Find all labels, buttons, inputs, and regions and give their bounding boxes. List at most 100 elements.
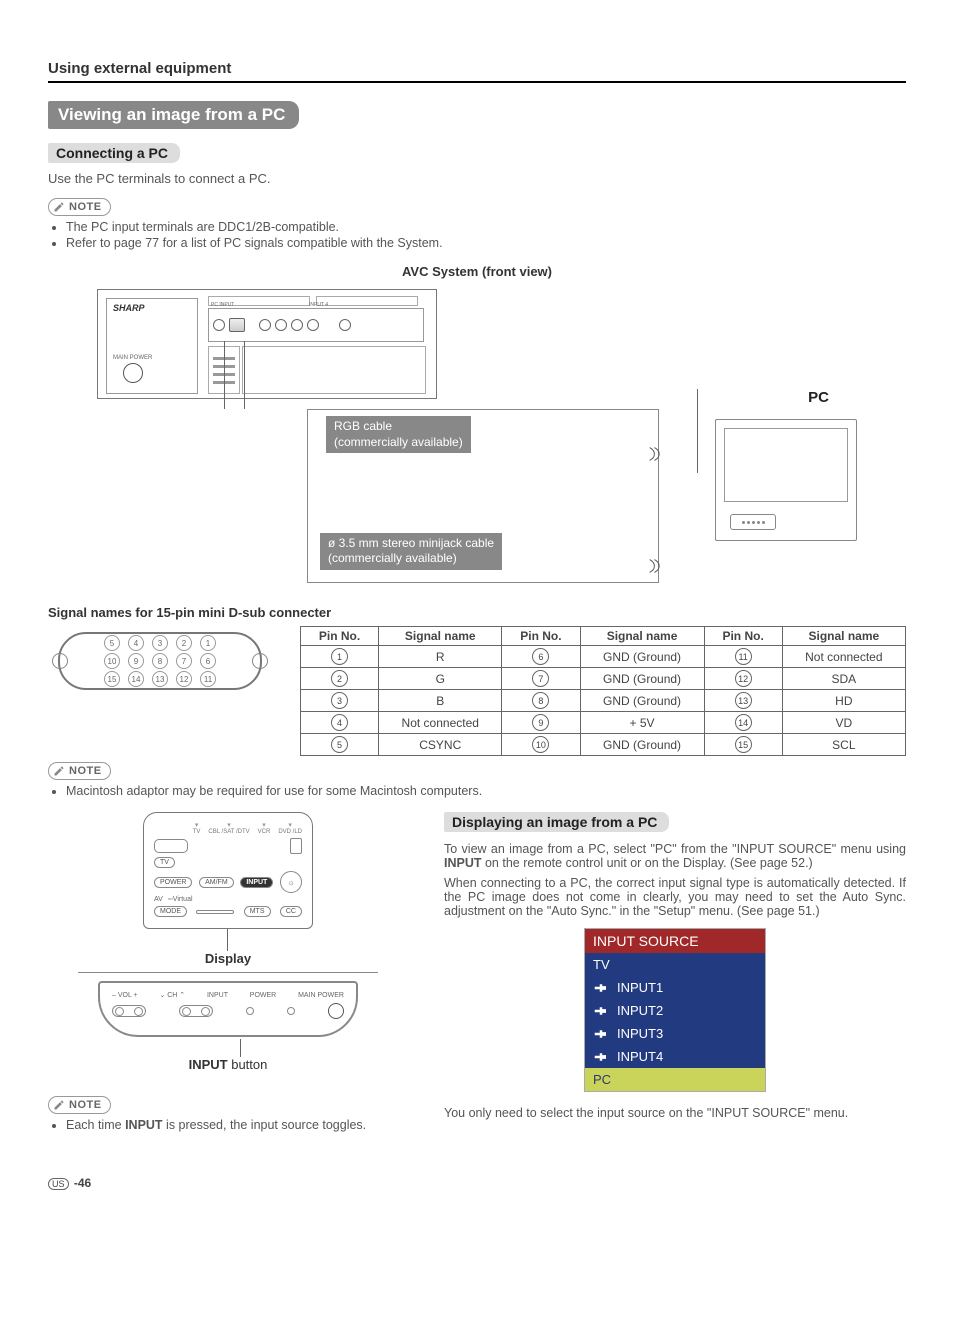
video-jack-icon: [275, 319, 287, 331]
dsub-connector-diagram: 5 4 3 2 1 10 9 8 7 6 15 14 13 12 11: [58, 632, 262, 690]
audio-jack-icon: [213, 319, 225, 331]
th-signal: Signal name: [379, 627, 502, 646]
signal-name-cell: CSYNC: [379, 734, 502, 756]
dsub-pin-row: 5 4 3 2 1: [104, 635, 216, 651]
rgb-cable-line2: (commercially available): [334, 435, 463, 449]
pin-number: 6: [532, 648, 549, 665]
minijack-label: ø 3.5 mm stereo minijack cable (commerci…: [320, 533, 502, 570]
plug-icon: [593, 1052, 609, 1062]
pin-number: 13: [735, 692, 752, 709]
input-label: INPUT: [207, 992, 228, 999]
pin-number: 15: [735, 736, 752, 753]
input-led-icon: [246, 1007, 254, 1015]
display-label: Display: [48, 951, 408, 966]
pin-number: 2: [331, 670, 348, 687]
diagram-title: AVC System (front view): [48, 264, 906, 279]
connecting-heading: Connecting a PC: [48, 143, 180, 163]
rgb-cable-line1: RGB cable: [334, 419, 392, 433]
signal-name-cell: + 5V: [580, 712, 704, 734]
pin-number: 10: [532, 736, 549, 753]
avc-slot: [316, 296, 418, 306]
audio-r-jack-icon: [307, 319, 319, 331]
pin-number: 4: [331, 714, 348, 731]
pin-number: 14: [735, 714, 752, 731]
pin-number: 11: [735, 648, 752, 665]
minijack-line2: (commercially available): [328, 551, 457, 565]
cable-wave-icon: [648, 446, 664, 462]
table-row: 5CSYNC10GND (Ground)15SCL: [301, 734, 906, 756]
osd-item-input1: INPUT1: [585, 976, 765, 999]
display-panel-illustration: – VOL + ⌄ CH ⌃ INPUT POWER MAIN POWER: [98, 981, 358, 1037]
connecting-notes: The PC input terminals are DDC1/2B-compa…: [48, 220, 906, 250]
main-power-label: MAIN POWER: [113, 355, 152, 361]
th-pin: Pin No.: [502, 627, 580, 646]
th-pin: Pin No.: [704, 627, 782, 646]
connecting-intro: Use the PC terminals to connect a PC.: [48, 171, 906, 186]
osd-item-input3: INPUT3: [585, 1022, 765, 1045]
mode-button: MODE: [154, 906, 187, 917]
blank-button: [196, 910, 234, 914]
vol-rocker-icon: [112, 1005, 146, 1017]
note-item: Refer to page 77 for a list of PC signal…: [66, 236, 906, 250]
cable-line: [224, 341, 225, 409]
port-group-label: INPUT 4: [309, 302, 328, 308]
connection-diagram: SHARP MAIN POWER PC INPUT INPUT 4: [97, 289, 857, 589]
cable-line: [697, 389, 698, 473]
remote-illustration: TV CBL /SAT /DTV VCR DVD /LD TV POWER AM…: [143, 812, 313, 929]
note-item: The PC input terminals are DDC1/2B-compa…: [66, 220, 906, 234]
section-header: Using external equipment: [48, 60, 906, 83]
plug-icon: [593, 1029, 609, 1039]
signal-name-cell: VD: [782, 712, 905, 734]
cable-callout: RGB cable (commercially available) ø 3.5…: [307, 409, 659, 583]
pin-number: 9: [532, 714, 549, 731]
avc-ports: PC INPUT INPUT 4: [208, 308, 424, 342]
pin-number: 5: [331, 736, 348, 753]
tv-button: TV: [154, 857, 175, 868]
note-badge: NOTE: [48, 198, 111, 216]
leader-line: [240, 1039, 242, 1057]
pin-number: 1: [331, 648, 348, 665]
page-title: Viewing an image from a PC: [48, 101, 299, 129]
displaying-p2: When connecting to a PC, the correct inp…: [444, 876, 906, 918]
amfm-button: AM/FM: [199, 877, 234, 888]
divider: [78, 972, 378, 973]
th-signal: Signal name: [782, 627, 905, 646]
main-power-button-icon: [328, 1003, 344, 1019]
osd-item-pc-selected: PC: [585, 1068, 765, 1091]
virtual-label: ▫▫Virtual: [168, 896, 193, 903]
note-label: NOTE: [69, 1099, 102, 1111]
power-button: POWER: [154, 877, 192, 888]
displaying-heading: Displaying an image from a PC: [444, 812, 669, 832]
pencil-icon: [53, 1099, 65, 1111]
mts-button: MTS: [244, 906, 271, 917]
displaying-p1: To view an image from a PC, select "PC" …: [444, 842, 906, 870]
av-label: AV: [154, 896, 163, 903]
pc-vga-port-icon: [730, 514, 776, 530]
avc-system: SHARP MAIN POWER PC INPUT INPUT 4: [97, 289, 437, 399]
ch-label: ⌄ CH ⌃: [159, 991, 185, 999]
pc-label: PC: [808, 389, 829, 406]
remote-clip-icon: [290, 838, 302, 854]
rgb-cable-label: RGB cable (commercially available): [326, 416, 471, 453]
displaying-p3: You only need to select the input source…: [444, 1106, 906, 1120]
avc-left-panel: SHARP MAIN POWER: [106, 298, 198, 394]
signal-name-cell: Not connected: [379, 712, 502, 734]
pin-number: 12: [735, 670, 752, 687]
jack-icon: [339, 319, 351, 331]
osd-item-tv: TV: [585, 953, 765, 976]
note-badge: NOTE: [48, 1096, 111, 1114]
th-pin: Pin No.: [301, 627, 379, 646]
note-label: NOTE: [69, 201, 102, 213]
light-button: ☼: [280, 871, 302, 893]
power-label: POWER: [250, 992, 276, 999]
toggle-note-text: Each time INPUT is pressed, the input so…: [66, 1118, 408, 1132]
power-led-icon: [287, 1007, 295, 1015]
th-signal: Signal name: [580, 627, 704, 646]
cable-line: [244, 341, 245, 409]
blank-button: [154, 839, 188, 853]
signal-name-cell: SDA: [782, 668, 905, 690]
plug-icon: [593, 983, 609, 993]
dsub-pin-row: 15 14 13 12 11: [104, 671, 216, 687]
audio-l-jack-icon: [291, 319, 303, 331]
brand-logo: SHARP: [113, 303, 145, 313]
